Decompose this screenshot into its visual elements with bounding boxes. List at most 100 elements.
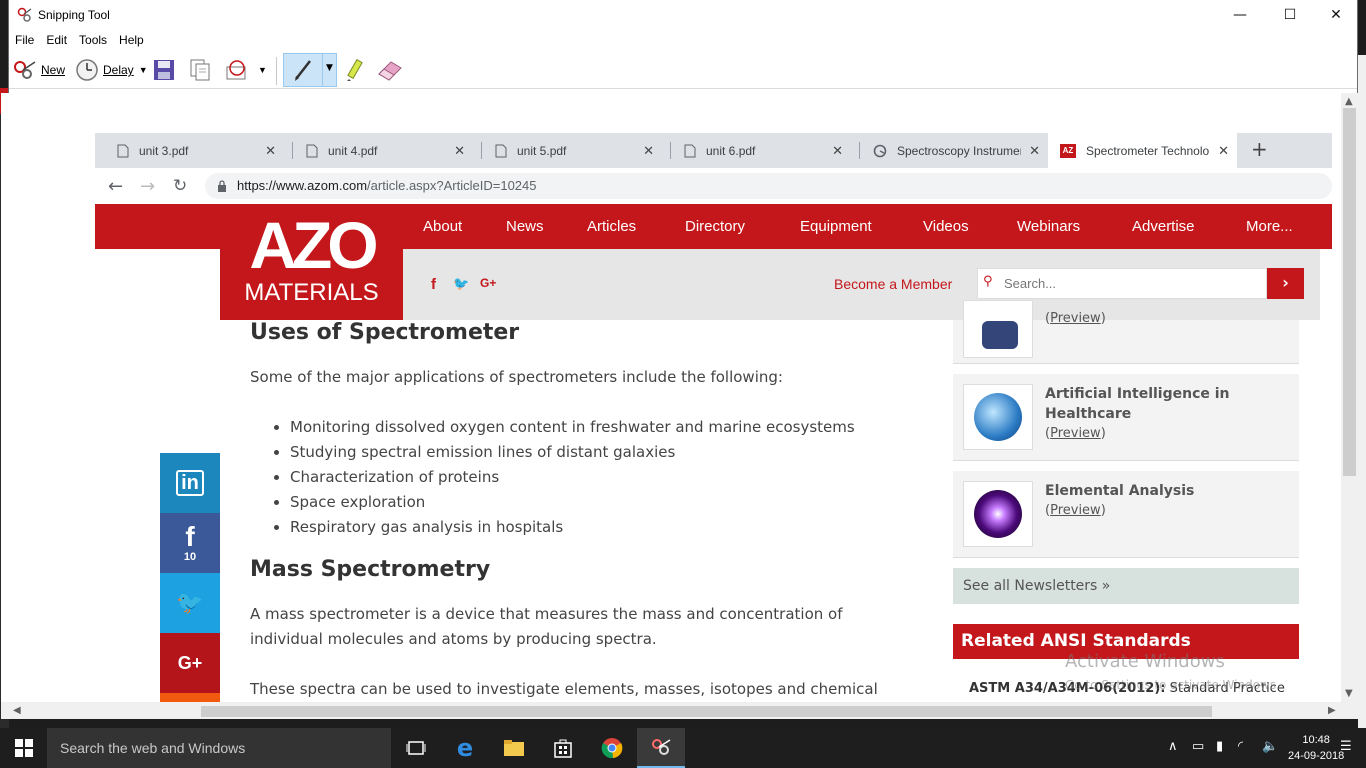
see-all-newsletters-link[interactable]: See all Newsletters » <box>953 568 1299 604</box>
share-more-button[interactable] <box>160 693 220 702</box>
toolbar: New Delay ▼ ▼ ▼ <box>9 51 1357 89</box>
menu-bar: File Edit Tools Help <box>9 31 150 51</box>
tray-expand-icon[interactable]: ∧ <box>1168 739 1178 754</box>
eraser-button[interactable] <box>375 57 403 83</box>
tab-spectrometer-active[interactable]: AZ Spectrometer Technolo ✕ <box>1048 133 1237 168</box>
newsletter-card[interactable]: Artificial Intelligence in Healthcare (P… <box>953 374 1299 460</box>
copy-button[interactable] <box>188 57 212 83</box>
loading-icon <box>873 144 887 157</box>
close-tab-icon[interactable]: ✕ <box>832 143 843 159</box>
highlighter-button[interactable] <box>343 57 367 83</box>
maximize-button[interactable]: ☐ <box>1267 0 1313 30</box>
menu-tools[interactable]: Tools <box>73 31 113 51</box>
preview-link[interactable]: (Preview) <box>1045 426 1106 441</box>
battery-icon[interactable]: ▮ <box>1216 739 1223 754</box>
share-google-plus-button[interactable]: G+ <box>160 633 220 693</box>
share-linkedin-button[interactable]: in <box>160 453 220 513</box>
site-search-input[interactable]: Search... <box>977 268 1267 299</box>
search-submit-button[interactable]: › <box>1267 268 1304 299</box>
start-button[interactable] <box>0 728 48 768</box>
delay-button[interactable]: Delay ▼ <box>75 57 148 83</box>
forward-icon[interactable]: → <box>140 176 155 197</box>
facebook-icon[interactable]: f <box>431 276 436 293</box>
google-plus-icon: G+ <box>177 652 203 673</box>
menu-edit[interactable]: Edit <box>40 31 73 51</box>
tab-spectroscopy[interactable]: Spectroscopy Instrumer ✕ <box>851 133 1048 168</box>
save-button[interactable] <box>152 57 176 83</box>
share-twitter-button[interactable]: 🐦 <box>160 573 220 633</box>
close-tab-icon[interactable]: ✕ <box>1029 143 1040 159</box>
newsletter-card[interactable]: Elemental Analysis (Preview) <box>953 471 1299 557</box>
divider <box>953 363 1299 364</box>
scroll-left-arrow[interactable]: ◀ <box>13 705 21 716</box>
wifi-icon[interactable]: ◜ <box>1238 739 1243 754</box>
chevron-down-icon[interactable]: ▼ <box>326 63 333 73</box>
tray-app-icon[interactable]: ▭ <box>1192 739 1204 754</box>
preview-link[interactable]: (Preview) <box>1045 311 1106 326</box>
tab-label: Spectroscopy Instrumer <box>897 143 1021 158</box>
close-tab-icon[interactable]: ✕ <box>454 143 465 159</box>
tab-unit-4[interactable]: unit 4.pdf ✕ <box>284 133 473 168</box>
new-snip-button[interactable]: New <box>13 57 65 83</box>
eraser-icon <box>378 61 402 81</box>
facebook-icon: f <box>185 521 195 552</box>
reload-icon[interactable]: ↻ <box>173 176 187 196</box>
back-icon[interactable]: ← <box>108 176 123 197</box>
twitter-icon[interactable]: 🐦 <box>453 276 469 292</box>
close-tab-icon[interactable]: ✕ <box>265 143 276 159</box>
title-bar: Snipping Tool — ☐ ✕ <box>9 0 1357 30</box>
preview-link[interactable]: (Preview) <box>1045 503 1106 518</box>
store-icon[interactable] <box>539 728 587 768</box>
lock-icon <box>218 180 226 192</box>
close-tab-icon[interactable]: ✕ <box>643 143 654 159</box>
chrome-icon[interactable] <box>588 728 636 768</box>
url-field[interactable]: https://www.azom.com/article.aspx?Articl… <box>205 173 1332 199</box>
close-tab-icon[interactable]: ✕ <box>1218 143 1229 159</box>
snipping-tool-taskbar-icon[interactable] <box>637 728 685 768</box>
scroll-down-arrow[interactable]: ▼ <box>1345 688 1353 699</box>
menu-help[interactable]: Help <box>113 31 150 51</box>
share-facebook-button[interactable]: f 10 <box>160 513 220 573</box>
nav-directory[interactable]: Directory <box>685 218 745 235</box>
task-view-icon[interactable] <box>392 728 440 768</box>
system-clock[interactable]: 10:48 24-09-2018 <box>1288 732 1344 764</box>
edge-browser-icon[interactable]: e <box>441 728 489 768</box>
pen-icon <box>295 60 311 81</box>
file-explorer-icon[interactable] <box>490 728 538 768</box>
become-member-link[interactable]: Become a Member <box>834 276 952 292</box>
tab-unit-3[interactable]: unit 3.pdf ✕ <box>95 133 284 168</box>
pen-button[interactable]: ▼ <box>283 53 337 87</box>
nav-articles[interactable]: Articles <box>587 218 636 235</box>
minimize-button[interactable]: — <box>1217 0 1263 30</box>
scroll-up-arrow[interactable]: ▲ <box>1345 96 1353 107</box>
new-tab-button[interactable]: + <box>1251 137 1268 161</box>
action-center-icon[interactable]: ☰ <box>1340 739 1352 754</box>
nav-equipment[interactable]: Equipment <box>800 218 872 235</box>
nav-webinars[interactable]: Webinars <box>1017 218 1080 235</box>
send-snip-button[interactable]: ▼ <box>224 57 267 83</box>
horizontal-scroll-thumb[interactable] <box>201 706 1212 717</box>
nav-news[interactable]: News <box>506 218 544 235</box>
applications-list: Monitoring dissolved oxygen content in f… <box>270 415 855 540</box>
list-item: Space exploration <box>290 490 855 515</box>
volume-icon[interactable]: 🔈 <box>1262 739 1278 754</box>
instrument-image <box>982 321 1018 349</box>
newsletter-card[interactable]: (Preview) <box>953 300 1299 363</box>
tab-unit-6[interactable]: unit 6.pdf ✕ <box>662 133 851 168</box>
ai-healthcare-image <box>974 393 1022 441</box>
azo-materials-logo[interactable]: AZO MATERIALS <box>220 204 403 320</box>
google-plus-icon[interactable]: G+ <box>480 276 496 290</box>
nav-about[interactable]: About <box>423 218 462 235</box>
close-button[interactable]: ✕ <box>1313 0 1359 30</box>
vertical-scroll-thumb[interactable] <box>1343 108 1356 476</box>
nav-advertise[interactable]: Advertise <box>1132 218 1195 235</box>
taskbar-search-box[interactable]: Search the web and Windows <box>47 728 391 768</box>
menu-file[interactable]: File <box>9 31 40 51</box>
nav-more[interactable]: More... <box>1246 218 1293 235</box>
azo-icon: AZ <box>1060 143 1076 158</box>
newsletter-title[interactable]: Elemental Analysis <box>1045 481 1285 501</box>
newsletter-title[interactable]: Artificial Intelligence in Healthcare <box>1045 384 1285 424</box>
scroll-right-arrow[interactable]: ▶ <box>1328 705 1336 716</box>
tab-unit-5[interactable]: unit 5.pdf ✕ <box>473 133 662 168</box>
nav-videos[interactable]: Videos <box>923 218 969 235</box>
